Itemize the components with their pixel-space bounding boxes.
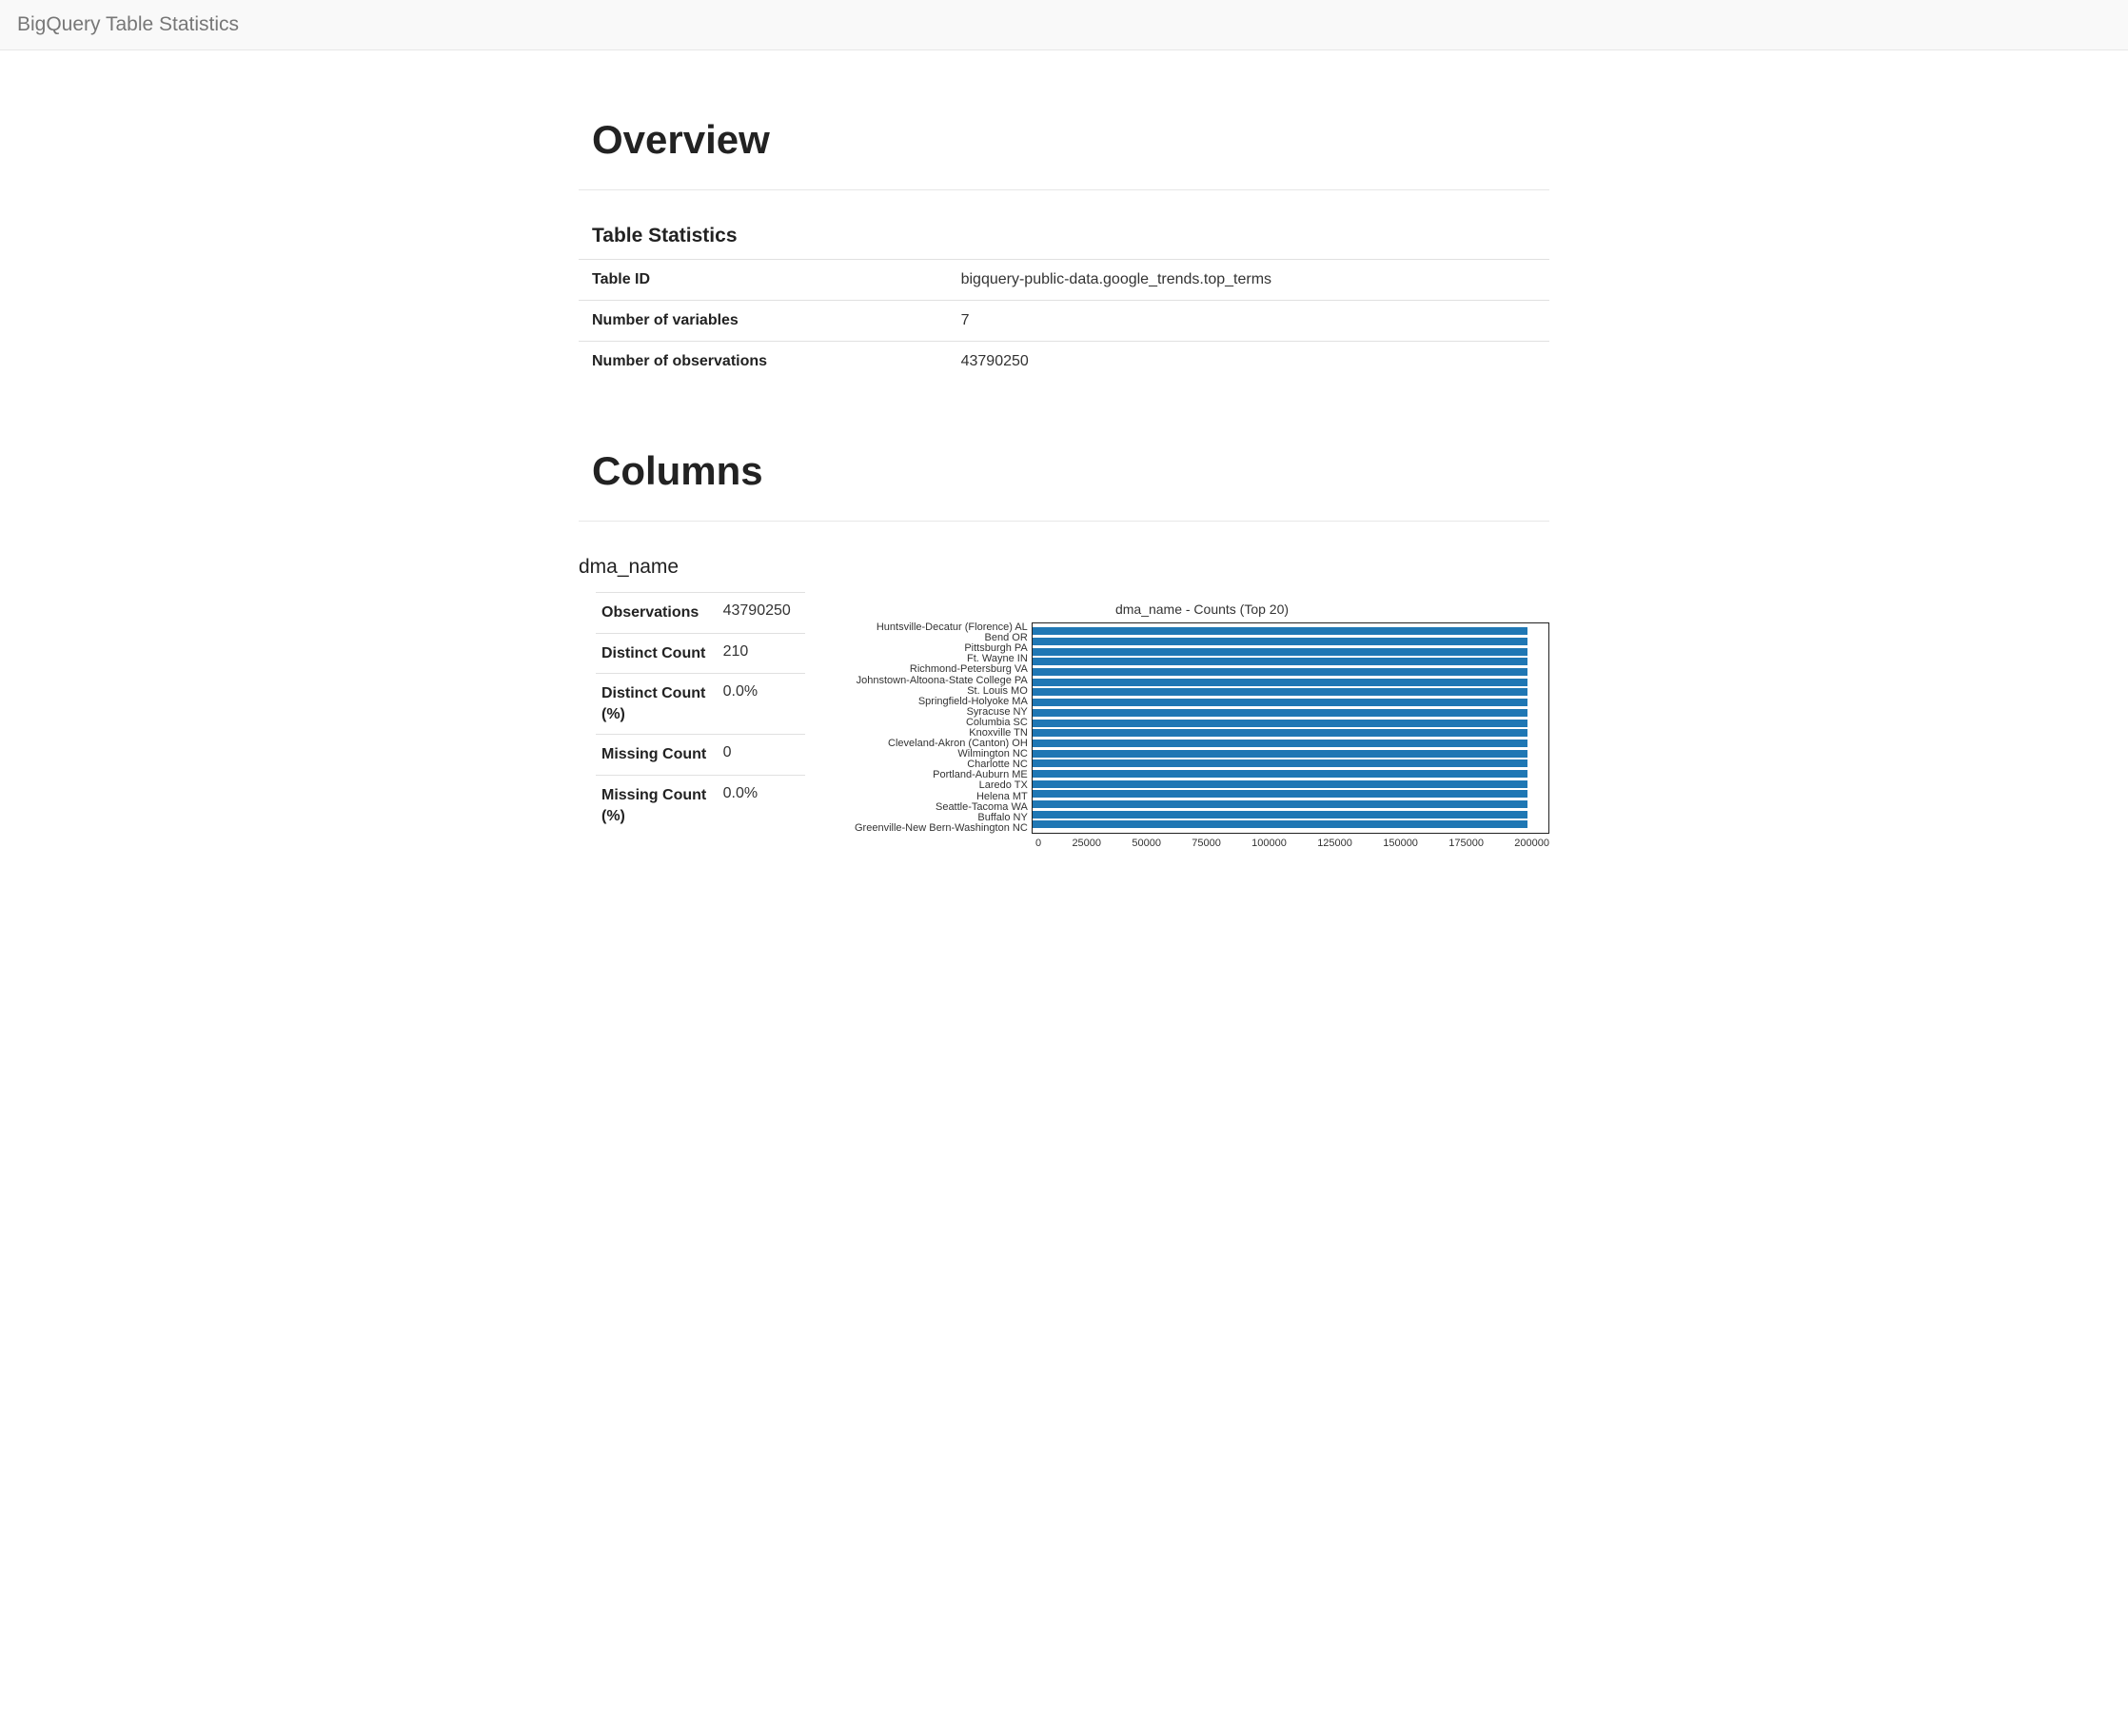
- chart-bar: [1033, 811, 1528, 819]
- chart-bar: [1033, 790, 1528, 798]
- chart-x-tick: 0: [1035, 838, 1041, 849]
- chart-bar: [1033, 709, 1528, 717]
- chart-bar: [1033, 688, 1528, 696]
- chart-x-tick: 25000: [1072, 838, 1101, 849]
- app-title: BigQuery Table Statistics: [17, 13, 239, 35]
- chart-plot-area: [1032, 622, 1549, 834]
- chart-x-tick: 175000: [1448, 838, 1484, 849]
- table-row: Distinct Count 210: [596, 633, 805, 674]
- stat-label: Number of variables: [579, 301, 948, 342]
- chart-bar: [1033, 648, 1528, 656]
- stat-label: Distinct Count: [596, 633, 718, 674]
- chart-category-label: Laredo TX: [855, 780, 1028, 791]
- table-row: Missing Count 0: [596, 735, 805, 776]
- scroll-container[interactable]: BigQuery Table Statistics Overview Table…: [0, 0, 2128, 1736]
- chart-bar: [1033, 760, 1528, 767]
- chart-bar: [1033, 800, 1528, 808]
- column-name: dma_name: [579, 556, 1549, 579]
- chart-bar: [1033, 699, 1528, 706]
- stat-label: Table ID: [579, 260, 948, 301]
- stat-value: 7: [948, 301, 1549, 342]
- stat-label: Missing Count (%): [596, 775, 718, 836]
- table-row: Observations 43790250: [596, 593, 805, 634]
- top-bar: BigQuery Table Statistics: [0, 0, 2128, 50]
- table-statistics-heading: Table Statistics: [579, 225, 1549, 247]
- chart: dma_name - Counts (Top 20) Huntsville-De…: [855, 602, 1549, 849]
- chart-category-label: Johnstown-Altoona-State College PA: [855, 676, 1028, 686]
- chart-x-tick: 75000: [1192, 838, 1221, 849]
- divider: [579, 189, 1549, 190]
- stat-value: 0: [718, 735, 805, 776]
- chart-x-tick: 100000: [1251, 838, 1287, 849]
- columns-heading: Columns: [592, 448, 1549, 494]
- stat-value: 210: [718, 633, 805, 674]
- stat-value: 43790250: [948, 342, 1549, 383]
- chart-bar: [1033, 668, 1528, 676]
- chart-bar: [1033, 679, 1528, 686]
- table-row: Table ID bigquery-public-data.google_tre…: [579, 260, 1549, 301]
- chart-bar: [1033, 770, 1528, 778]
- chart-bar: [1033, 780, 1528, 788]
- stat-label: Observations: [596, 593, 718, 634]
- stat-label: Number of observations: [579, 342, 948, 383]
- chart-title: dma_name - Counts (Top 20): [855, 602, 1549, 617]
- chart-x-tick: 200000: [1514, 838, 1549, 849]
- table-row: Distinct Count (%) 0.0%: [596, 674, 805, 735]
- chart-bar: [1033, 627, 1528, 635]
- stat-value: 43790250: [718, 593, 805, 634]
- table-statistics: Table ID bigquery-public-data.google_tre…: [579, 259, 1549, 382]
- chart-category-label: St. Louis MO: [855, 686, 1028, 697]
- chart-bar: [1033, 638, 1528, 645]
- chart-x-tick: 125000: [1317, 838, 1352, 849]
- overview-heading: Overview: [592, 117, 1549, 163]
- chart-bar: [1033, 720, 1528, 727]
- stat-label: Missing Count: [596, 735, 718, 776]
- chart-bar: [1033, 740, 1528, 747]
- stat-label: Distinct Count (%): [596, 674, 718, 735]
- chart-category-label: Seattle-Tacoma WA: [855, 802, 1028, 813]
- chart-category-label: Greenville-New Bern-Washington NC: [855, 823, 1028, 834]
- chart-bar: [1033, 729, 1528, 737]
- divider: [579, 521, 1549, 522]
- chart-category-label: Richmond-Petersburg VA: [855, 664, 1028, 675]
- table-row: Missing Count (%) 0.0%: [596, 775, 805, 836]
- chart-bar: [1033, 658, 1528, 665]
- column-stats-table: Observations 43790250 Distinct Count 210…: [596, 592, 805, 836]
- stat-value: 0.0%: [718, 674, 805, 735]
- stat-value: 0.0%: [718, 775, 805, 836]
- chart-x-ticks: 0 25000 50000 75000 100000 125000 150000 175000…: [1035, 838, 1549, 849]
- main-content: Overview Table Statistics Table ID bigqu…: [560, 50, 1568, 925]
- chart-category-label: Helena MT: [855, 792, 1028, 802]
- chart-y-labels: Huntsville-Decatur (Florence) ALBend ORP…: [855, 622, 1032, 834]
- chart-bar: [1033, 750, 1528, 758]
- table-row: Number of observations 43790250: [579, 342, 1549, 383]
- chart-x-tick: 50000: [1132, 838, 1161, 849]
- table-row: Number of variables 7: [579, 301, 1549, 342]
- chart-bar: [1033, 820, 1528, 828]
- chart-x-tick: 150000: [1383, 838, 1418, 849]
- stat-value: bigquery-public-data.google_trends.top_t…: [948, 260, 1549, 301]
